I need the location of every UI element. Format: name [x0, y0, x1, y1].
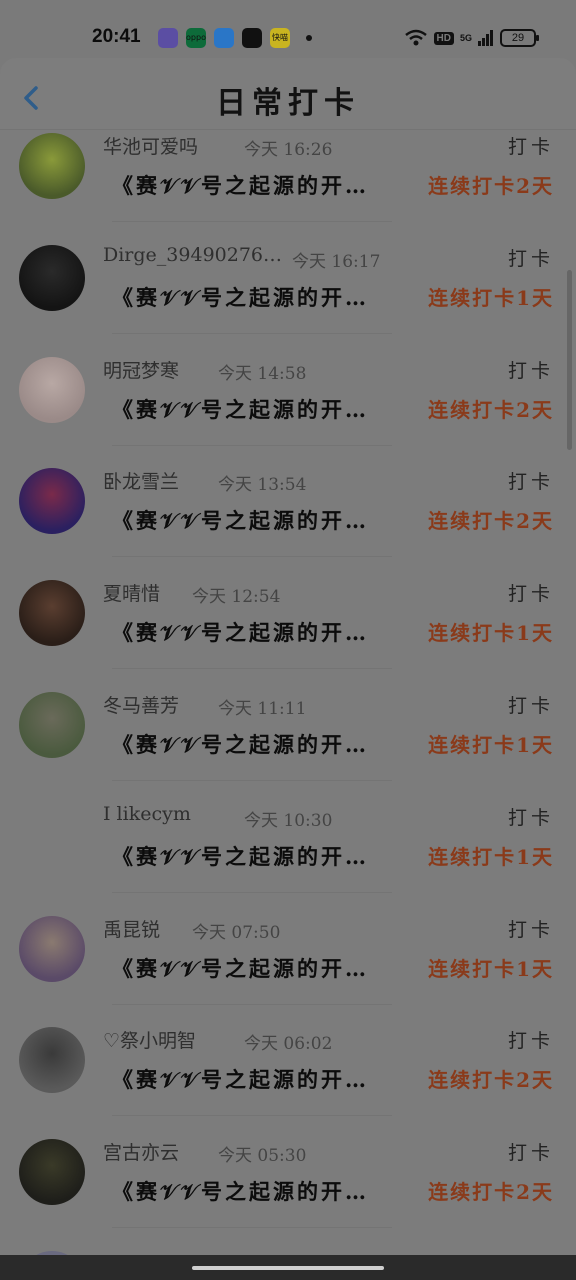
username[interactable]: 冬马善芳 — [103, 691, 179, 718]
streak-badge: 连续打卡2天 — [428, 1180, 554, 1205]
app-icon-purple — [158, 28, 178, 48]
checkin-tag: 打卡 — [507, 247, 554, 270]
list-item[interactable]: 华池可爱吗 今天 16:26 打卡《赛𝒱𝒱号之起源的开… 连续打卡2天 — [0, 130, 576, 222]
checkin-tag: 打卡 — [507, 359, 554, 382]
post-title: 《赛𝒱𝒱号之起源的开… — [112, 732, 369, 757]
timestamp: 今天 05:30 — [218, 1146, 307, 1167]
list-item[interactable]: I likecym 今天 10:30 打卡《赛𝒱𝒱号之起源的开… 连续打卡1天 — [0, 761, 576, 893]
timestamp: 今天 12:54 — [192, 587, 281, 608]
list-item[interactable]: 卧龙雪兰 今天 13:54 打卡《赛𝒱𝒱号之起源的开… 连续打卡2天 — [0, 425, 576, 558]
status-time: 20:41 — [92, 26, 141, 47]
avatar[interactable] — [19, 1139, 85, 1206]
scrollbar[interactable] — [567, 270, 572, 450]
checkin-list[interactable]: 华池可爱吗 今天 16:26 打卡 《赛𝒱𝒱号之起源的开… 连续打卡2天 Dirge_39… — [0, 130, 576, 1255]
timestamp: 今天 11:11 — [218, 699, 307, 719]
wifi-icon — [404, 29, 427, 46]
streak-badge: 连续打卡1天 — [428, 285, 554, 310]
network-type: 5G — [459, 33, 472, 43]
hd-badge: HD — [433, 31, 454, 45]
checkin-tag: 打卡 — [507, 918, 554, 941]
page-title: 日常打卡 — [216, 86, 360, 121]
post-title: 《赛𝒱𝒱号之起源的开… — [112, 508, 369, 534]
username[interactable]: Dirge_39490276… — [103, 244, 282, 266]
streak-badge: 连续打卡2天 — [428, 397, 554, 422]
username[interactable]: 华池可爱吗 — [103, 132, 198, 159]
checkin-tag: 打卡 — [507, 1030, 554, 1053]
streak-badge: 连续打卡1天 — [428, 844, 554, 869]
list-item[interactable]: 夏晴惜 今天 12:54 打卡《赛𝒱𝒱号之起源的开… 连续打卡1天 — [0, 537, 576, 670]
username[interactable]: 明冠梦寒 — [103, 356, 179, 383]
avatar[interactable] — [19, 244, 85, 311]
checkin-tag: 打卡 — [507, 583, 554, 606]
avatar[interactable] — [19, 468, 85, 535]
post-title: 《赛𝒱𝒱号之起源的开… — [112, 1179, 369, 1205]
post-title: 《赛𝒱𝒱号之起源的开… — [112, 396, 369, 422]
checkin-tag: 打卡 — [507, 1142, 554, 1165]
list-item[interactable]: 禹昆锐 今天 07:50 打卡《赛𝒱𝒱号之起源的开… 连续打卡1天 — [0, 873, 576, 1005]
list-item[interactable] — [0, 1208, 576, 1255]
list-item[interactable]: Dirge_39490276… 今天 16:17 打卡《赛𝒱𝒱号之起源的开… 连续打卡… — [0, 202, 576, 334]
username[interactable]: 宫古亦云 — [103, 1138, 179, 1165]
app-icon-yellow: 快喵 — [270, 28, 290, 48]
streak-badge: 连续打卡2天 — [428, 174, 554, 198]
post-title: 《赛𝒱𝒱号之起源的开… — [112, 1067, 369, 1093]
timestamp: 今天 13:54 — [218, 475, 307, 496]
list-item[interactable]: 明冠梦寒 今天 14:58 打卡《赛𝒱𝒱号之起源的开… 连续打卡2天 — [0, 314, 576, 446]
battery-icon: 29 — [500, 29, 539, 47]
timestamp: 今天 07:50 — [192, 922, 281, 943]
username[interactable]: I likecym — [103, 803, 191, 825]
username[interactable]: ♡祭小明智 — [103, 1026, 196, 1053]
checkin-tag: 打卡 — [507, 471, 554, 494]
timestamp: 今天 16:26 — [244, 140, 333, 160]
username[interactable]: 夏晴惜 — [103, 579, 160, 606]
avatar[interactable] — [19, 1027, 85, 1094]
avatar[interactable] — [19, 133, 85, 199]
timestamp: 今天 10:30 — [244, 810, 333, 831]
username[interactable]: 卧龙雪兰 — [103, 467, 179, 494]
home-indicator[interactable] — [192, 1266, 384, 1270]
list-item[interactable]: 宫古亦云 今天 05:30 打卡《赛𝒱𝒱号之起源的开… 连续打卡2天 — [0, 1096, 576, 1229]
timestamp: 今天 16:17 — [292, 251, 381, 272]
checkin-tag: 打卡 — [507, 136, 554, 158]
streak-badge: 连续打卡1天 — [428, 956, 554, 981]
post-title: 《赛𝒱𝒱号之起源的开… — [112, 620, 369, 646]
username[interactable]: 禹昆锐 — [103, 915, 160, 942]
streak-badge: 连续打卡2天 — [428, 509, 554, 534]
timestamp: 今天 14:58 — [218, 363, 307, 384]
list-item[interactable]: 冬马善芳 今天 11:11 打卡《赛𝒱𝒱号之起源的开… 连续打卡1天 — [0, 649, 576, 781]
post-title: 《赛𝒱𝒱号之起源的开… — [112, 284, 369, 310]
more-notifications-dot — [306, 35, 312, 41]
streak-badge: 连续打卡1天 — [428, 733, 554, 757]
streak-badge: 连续打卡2天 — [428, 1068, 554, 1093]
header: 日常打卡 — [0, 58, 576, 130]
app-icon-oppo: oppo — [186, 28, 206, 48]
avatar[interactable] — [19, 580, 85, 647]
avatar[interactable] — [19, 356, 85, 423]
streak-badge: 连续打卡1天 — [428, 621, 554, 646]
post-title: 《赛𝒱𝒱号之起源的开… — [112, 955, 369, 981]
signal-icon — [478, 30, 493, 46]
post-title: 《赛𝒱𝒱号之起源的开… — [112, 843, 369, 869]
avatar[interactable] — [19, 915, 85, 982]
list-item[interactable]: ♡祭小明智 今天 06:02 打卡《赛𝒱𝒱号之起源的开… 连续打卡2天 — [0, 984, 576, 1117]
checkin-tag: 打卡 — [507, 695, 554, 717]
app-icon-black — [242, 28, 262, 48]
app-icon-blue — [214, 28, 234, 48]
system-status-icons: HD 5G 29 — [404, 27, 539, 49]
post-title: 《赛𝒱𝒱号之起源的开… — [112, 173, 369, 198]
navigation-bar — [0, 1255, 576, 1280]
timestamp: 今天 06:02 — [244, 1034, 333, 1055]
checkin-tag: 打卡 — [507, 806, 554, 829]
avatar[interactable] — [19, 692, 85, 758]
